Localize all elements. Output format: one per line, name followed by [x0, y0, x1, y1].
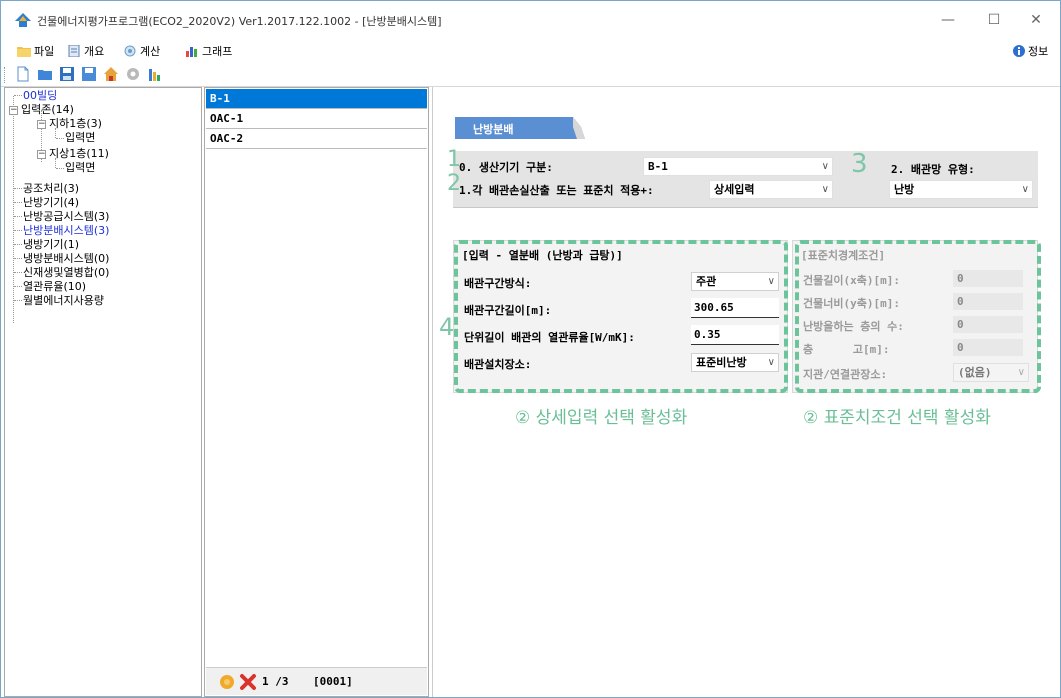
tree-item-input-zone[interactable]: 입력존(14): [21, 103, 74, 116]
tree-item-basement-1[interactable]: 지하1층(3): [49, 117, 102, 130]
settings-gear-icon[interactable]: [125, 66, 141, 82]
tree-guide-line: [14, 202, 22, 203]
add-item-icon[interactable]: [218, 673, 236, 691]
menu-info-label: 정보: [1028, 45, 1049, 58]
tree-item-input-surface[interactable]: 입력면: [65, 131, 95, 144]
generator-select[interactable]: B-1 ∨: [643, 157, 833, 176]
system-list: B-1 OAC-1 OAC-2 1 /3 [0001]: [204, 87, 429, 697]
calculate-icon: [124, 45, 136, 57]
tree-guide-line: [14, 300, 22, 301]
app-window: 건물에너지평가프로그램(ECO2_2020V2) Ver1.2017.122.1…: [0, 0, 1061, 698]
folder-icon: [17, 47, 31, 57]
list-item[interactable]: OAC-2: [206, 129, 427, 149]
standard-caption: ② 표준치조건 선택 활성화: [803, 408, 991, 428]
step-number: 3: [851, 149, 868, 179]
pipe-type-value: 난방: [894, 183, 915, 196]
home-icon[interactable]: [103, 66, 119, 82]
tree-guide-line: [56, 168, 64, 169]
tree-guide-line: [14, 244, 22, 245]
list-item[interactable]: OAC-1: [206, 109, 427, 129]
collapse-icon[interactable]: −: [37, 120, 46, 129]
tree-guide-line: [56, 138, 64, 139]
tab-heating-distribution[interactable]: 난방분배: [455, 117, 585, 139]
toolbar-grip: [4, 67, 7, 83]
title-bar: 건물에너지평가프로그램(ECO2_2020V2) Ver1.2017.122.1…: [1, 1, 1060, 39]
document-icon: [68, 45, 80, 57]
tree-guide-line: [14, 188, 22, 189]
record-code: [0001]: [313, 675, 353, 688]
pipe-type-select[interactable]: 난방 ∨: [889, 180, 1033, 199]
save-as-icon[interactable]: [81, 66, 97, 82]
menu-graph-label: 그래프: [202, 45, 233, 58]
window-title: 건물에너지평가프로그램(ECO2_2020V2) Ver1.2017.122.1…: [37, 15, 442, 28]
tree-item-ground-1[interactable]: 지상1층(11): [49, 147, 109, 160]
loss-calc-value: 상세입력: [714, 183, 755, 196]
menu-graph[interactable]: 그래프: [185, 42, 232, 60]
menu-info[interactable]: 정보: [1013, 42, 1048, 60]
toolbar: [1, 61, 1060, 87]
menu-overview-label: 개요: [84, 45, 105, 58]
annotation-dashed-box: [454, 240, 788, 393]
tree-item-heating-supply[interactable]: 난방공급시스템(3): [23, 210, 109, 223]
tree-item-cooling-equipment[interactable]: 냉방기기(1): [23, 238, 79, 251]
tree-guide-line: [14, 258, 22, 259]
tree-item-monthly-energy[interactable]: 월별에너지사용량: [23, 294, 104, 307]
loss-calc-label: 1.각 배관손실산출 또는 표준치 적용+:: [459, 184, 654, 197]
menu-calculate-label: 계산: [140, 45, 161, 58]
top-form: 1 0. 생산기기 구분: B-1 ∨ 2 1.각 배관손실산출 또는 표준치 …: [447, 147, 1038, 208]
tree-item-cooling-distribution[interactable]: 냉방분배시스템(0): [23, 252, 109, 265]
menu-calculate[interactable]: 계산: [123, 42, 160, 60]
page-indicator: 1 /3: [262, 675, 289, 688]
list-item[interactable]: B-1: [206, 89, 427, 109]
open-folder-icon[interactable]: [37, 66, 53, 82]
tree-guide-line: [14, 95, 22, 96]
menu-bar: 파일 개요 계산 그래프 정보: [1, 39, 1060, 61]
generator-value: B-1: [648, 160, 668, 173]
detail-caption: ② 상세입력 선택 활성화: [515, 408, 688, 428]
tree-item-air-handling[interactable]: 공조처리(3): [23, 182, 79, 195]
list-footer: 1 /3 [0001]: [206, 667, 427, 695]
collapse-icon[interactable]: −: [37, 150, 46, 159]
step-number: 4: [439, 313, 455, 341]
generator-label: 0. 생산기기 구분:: [459, 161, 553, 174]
save-icon[interactable]: [59, 66, 75, 82]
close-button[interactable]: ✕: [1013, 7, 1059, 33]
menu-file[interactable]: 파일: [17, 42, 54, 60]
maximize-button[interactable]: ☐: [971, 7, 1017, 33]
tab-label: 난방분배: [473, 123, 514, 136]
tree-item-building[interactable]: 00빌딩: [23, 89, 57, 102]
chevron-down-icon: ∨: [821, 161, 829, 172]
tree-item-input-surface[interactable]: 입력면: [65, 161, 95, 174]
tree-guide-line: [14, 286, 22, 287]
tree-item-renewable-chp[interactable]: 신재생및열병합(0): [23, 266, 109, 279]
main-panel: 난방분배 1 0. 생산기기 구분: B-1 ∨ 2 1.각 배관손실산출 또는…: [432, 87, 1060, 697]
bar-chart-icon[interactable]: [147, 66, 163, 82]
tree-item-heating-distribution[interactable]: 난방분배시스템(3): [23, 224, 109, 237]
info-icon: [1013, 45, 1025, 57]
tree-item-u-value[interactable]: 열관류율(10): [23, 280, 86, 293]
tree-guide-line: [14, 230, 22, 231]
collapse-icon[interactable]: −: [9, 106, 18, 115]
loss-calc-select[interactable]: 상세입력 ∨: [709, 180, 833, 199]
chevron-down-icon: ∨: [821, 184, 829, 195]
navigation-tree: 00빌딩 − 입력존(14) − 지하1층(3) 입력면 − 지상1층(11) …: [4, 87, 202, 697]
tree-guide-line: [14, 272, 22, 273]
chevron-down-icon: ∨: [1021, 184, 1029, 195]
annotation-dashed-box: [795, 240, 1041, 393]
tree-guide-line: [13, 96, 14, 323]
minimize-button[interactable]: —: [925, 7, 971, 33]
chart-icon: [186, 47, 197, 57]
pipe-type-label: 2. 배관망 유형:: [891, 163, 975, 176]
tree-item-heating-equipment[interactable]: 난방기기(4): [23, 196, 79, 209]
app-logo-icon: [15, 13, 31, 27]
tree-guide-line: [14, 216, 22, 217]
new-file-icon[interactable]: [15, 66, 31, 82]
menu-file-label: 파일: [34, 45, 55, 58]
delete-item-icon[interactable]: [239, 673, 257, 691]
menu-overview[interactable]: 개요: [67, 42, 104, 60]
